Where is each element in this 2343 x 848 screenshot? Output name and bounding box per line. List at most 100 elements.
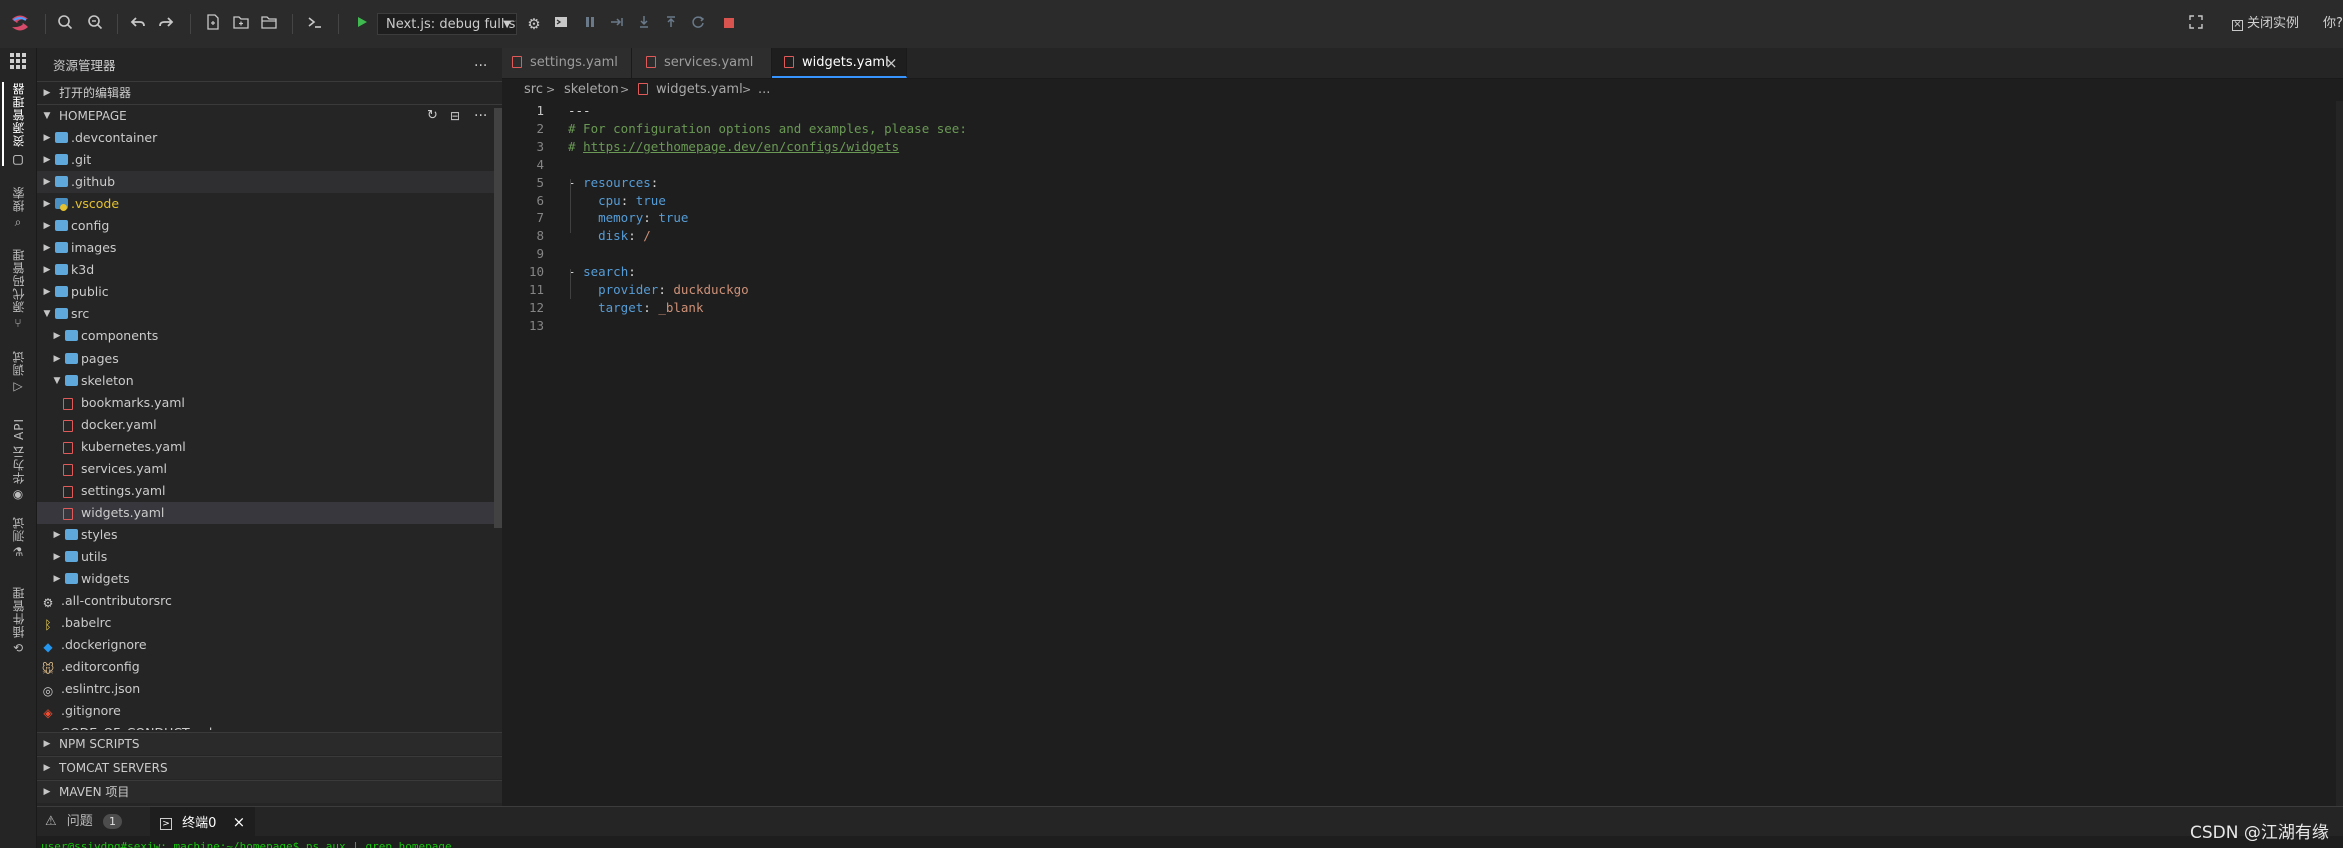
tab-terminal[interactable]: > 终端0 × — [150, 807, 256, 837]
open-folder-icon[interactable] — [259, 14, 279, 34]
activity-source-control-label: 源代码管理 — [11, 248, 26, 313]
chevron-down-icon: ▼ — [43, 309, 51, 320]
tree-item[interactable]: ◈ .gitignore — [37, 700, 494, 722]
overflow-menu-text[interactable]: 你? — [2323, 14, 2343, 34]
debug-console-icon[interactable] — [551, 14, 571, 34]
warning-icon: ⚠ — [45, 814, 57, 829]
code-editor[interactable]: 1 --- 2 # For configuration options and exa… — [502, 101, 2343, 806]
tree-item[interactable]: ▼ src — [37, 303, 494, 325]
tree-item[interactable]: ▶ k3d — [37, 259, 494, 281]
tree-item[interactable]: ▭ CODE_OF_CONDUCT.md — [37, 722, 494, 730]
tree-item[interactable]: ▶ widgets — [37, 568, 494, 590]
search-replace-icon[interactable] — [85, 14, 105, 34]
problems-label: 问题 — [66, 814, 93, 829]
activity-debug-label: 调试 — [11, 350, 26, 376]
tree-item[interactable]: ▶ images — [37, 237, 494, 259]
apps-grid-icon[interactable] — [4, 52, 32, 73]
close-icon[interactable]: × — [233, 813, 246, 831]
maven-section[interactable]: ▶ MAVEN 项目 — [37, 780, 502, 803]
activity-extensions[interactable]: 插件管理 ⟲ — [4, 586, 32, 655]
breadcrumb-file[interactable]: widgets.yaml — [656, 79, 743, 101]
fullscreen-icon[interactable] — [2186, 14, 2206, 34]
activity-debug[interactable]: 调试 ▷ — [4, 350, 32, 393]
tree-item[interactable]: ▶ .devcontainer — [37, 127, 494, 149]
explorer-more-icon[interactable]: ··· — [474, 51, 487, 81]
breadcrumb-skeleton[interactable]: skeleton — [564, 79, 619, 101]
activity-api[interactable]: 华为云 API ◉ — [4, 418, 32, 501]
tree-item[interactable]: ▶ public — [37, 281, 494, 303]
tree-item[interactable]: ▶ utils — [37, 546, 494, 568]
project-section[interactable]: ▼ HOMEPAGE ↻ ⊟ ··· — [37, 104, 502, 127]
tree-item-label: widgets — [81, 571, 130, 586]
activity-test[interactable]: 测试 ⚗ — [4, 516, 32, 559]
refresh-icon[interactable]: ↻ — [427, 105, 438, 127]
open-editors-section[interactable]: ▶ 打开的编辑器 — [37, 81, 502, 104]
activity-explorer-label: 资源管理器 — [11, 82, 26, 147]
tab-services-yaml[interactable]: services.yaml — [632, 48, 772, 78]
tree-item[interactable]: ◎ .eslintrc.json — [37, 678, 494, 700]
breadcrumb-src[interactable]: src — [524, 79, 543, 101]
npm-scripts-label: NPM SCRIPTS — [59, 737, 140, 751]
stop-icon[interactable] — [719, 14, 739, 34]
tab-widgets-yaml[interactable]: widgets.yaml × — [772, 48, 907, 78]
tree-item[interactable]: ᛒ .babelrc — [37, 612, 494, 634]
tree-item[interactable]: ▶ .github — [37, 171, 494, 194]
tree-item[interactable]: ▼ skeleton — [37, 370, 494, 392]
line-number: 2 — [536, 120, 544, 136]
restart-icon[interactable] — [688, 14, 708, 34]
new-folder-icon[interactable] — [231, 14, 251, 34]
activity-search[interactable]: 搜索 ⌕ — [4, 186, 32, 230]
tree-item[interactable]: ▶ .git — [37, 149, 494, 171]
tree-item[interactable]: ◆ .dockerignore — [37, 634, 494, 656]
gear-icon[interactable]: ⚙ — [524, 14, 544, 34]
tree-item[interactable]: ▶ pages — [37, 348, 494, 370]
tomcat-servers-label: TOMCAT SERVERS — [59, 761, 168, 775]
terminal-icon[interactable] — [305, 14, 325, 34]
npm-scripts-section[interactable]: ▶ NPM SCRIPTS — [37, 732, 502, 755]
tree-item[interactable]: ▶ components — [37, 325, 494, 347]
folder-icon — [55, 176, 68, 188]
collapse-all-icon[interactable]: ⊟ — [450, 105, 460, 127]
pause-icon[interactable] — [580, 14, 600, 34]
tree-item[interactable]: ⚙ .all-contributorsrc — [37, 590, 494, 612]
new-file-icon[interactable] — [203, 14, 223, 34]
editor-scrollbar[interactable] — [2336, 101, 2343, 806]
run-config-select[interactable]: Next.js: debug full st ▼ — [377, 13, 517, 35]
tree-item-label: styles — [81, 526, 118, 542]
tree-item-label: components — [81, 328, 159, 344]
close-icon[interactable]: × — [885, 48, 898, 78]
tree-item[interactable]: services.yaml — [37, 458, 494, 480]
run-icon[interactable] — [352, 14, 372, 34]
vscode-badge-icon — [60, 204, 67, 212]
tree-item-label: .eslintrc.json — [61, 681, 141, 697]
tomcat-servers-section[interactable]: ▶ TOMCAT SERVERS — [37, 756, 502, 779]
tab-problems[interactable]: ⚠ 问题 1 — [45, 807, 122, 837]
tree-item[interactable]: ▶ styles — [37, 524, 494, 546]
tree-item[interactable]: ▶ config — [37, 215, 494, 237]
tree-item[interactable]: kubernetes.yaml — [37, 436, 494, 458]
tree-item-label: utils — [81, 548, 108, 564]
undo-icon[interactable] — [128, 14, 148, 34]
search-icon[interactable] — [55, 14, 75, 34]
activity-source-control[interactable]: 源代码管理 ⑂ — [4, 248, 32, 330]
tree-item[interactable]: settings.yaml — [37, 480, 494, 502]
step-out-icon[interactable] — [661, 14, 681, 34]
redo-icon[interactable] — [156, 14, 176, 34]
step-into-icon[interactable] — [634, 14, 654, 34]
explorer-sidebar: 资源管理器 ··· ▶ 打开的编辑器 ▼ HOMEPAGE ↻ ⊟ ··· ▶.… — [37, 48, 502, 808]
step-over-icon[interactable] — [607, 14, 627, 34]
breadcrumb-symbols[interactable]: ... — [758, 79, 770, 101]
sidebar-scrollbar[interactable] — [494, 108, 502, 528]
tree-item[interactable]: bookmarks.yaml — [37, 392, 494, 414]
close-instance-button[interactable]: × 关闭实例 — [2232, 14, 2299, 34]
project-more-icon[interactable]: ··· — [474, 105, 487, 127]
chevron-right-icon: ▶ — [43, 88, 51, 98]
tree-item[interactable]: widgets.yaml — [37, 501, 494, 524]
debug-icon: ▷ — [13, 379, 23, 393]
tab-settings-yaml[interactable]: settings.yaml — [502, 48, 632, 78]
tree-item[interactable]: 🐭 .editorconfig — [37, 656, 494, 678]
tree-item[interactable]: docker.yaml — [37, 414, 494, 436]
tree-item[interactable]: ▶ .vscode — [37, 193, 494, 215]
terminal-output[interactable]: user@ssivdpq#sexiw: machine:~/homepage$ … — [37, 836, 2343, 848]
activity-explorer[interactable]: 资源管理器 ▢ — [2, 82, 32, 166]
